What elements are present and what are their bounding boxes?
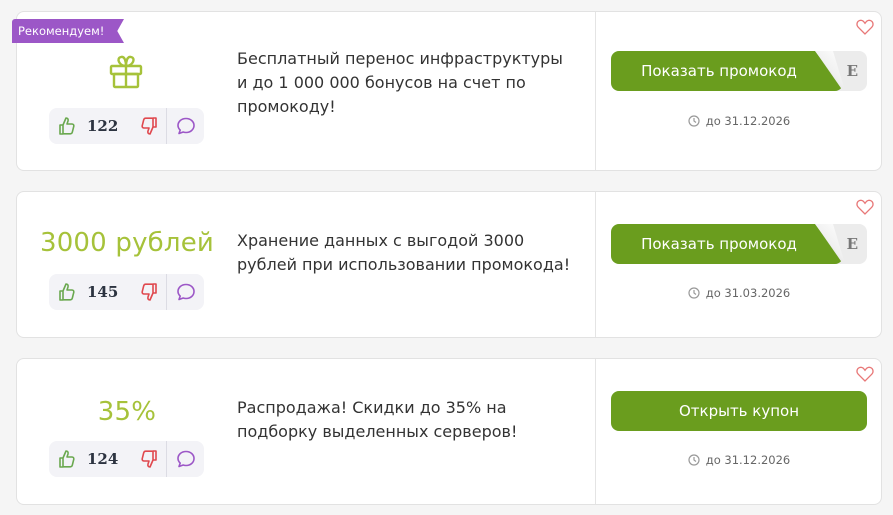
vote-separator xyxy=(166,108,167,144)
gift-icon xyxy=(109,55,143,89)
promo-button-wrap: E Показать промокод xyxy=(611,51,867,91)
vote-separator xyxy=(166,274,167,310)
thumbs-down-icon[interactable] xyxy=(139,449,159,469)
clock-icon xyxy=(688,454,700,466)
offer-description: Хранение данных с выгодой 3000 рублей пр… xyxy=(237,231,571,274)
offer-description: Распродажа! Скидки до 35% на подборку вы… xyxy=(237,398,518,441)
offer-card: 3000 рублей 145 Хранение данных с выгодо… xyxy=(16,191,882,338)
offer-value: 3000 рублей xyxy=(39,228,215,258)
heart-icon[interactable] xyxy=(856,366,874,382)
expiry-text: до 31.12.2026 xyxy=(705,453,791,467)
expiry-text: до 31.03.2026 xyxy=(705,286,791,300)
offer-value: 35% xyxy=(97,397,157,427)
recommended-ribbon: Рекомендуем! xyxy=(12,19,124,43)
expiry-date: до 31.03.2026 xyxy=(611,286,867,300)
thumbs-up-icon[interactable] xyxy=(57,449,77,469)
divider xyxy=(595,192,596,337)
open-coupon-button[interactable]: Открыть купон xyxy=(611,391,867,431)
heart-icon[interactable] xyxy=(856,199,874,215)
thumbs-down-icon[interactable] xyxy=(139,282,159,302)
promo-button-wrap: E Показать промокод xyxy=(611,224,867,264)
divider xyxy=(595,359,596,504)
thumbs-down-icon[interactable] xyxy=(139,116,159,136)
vote-panel: 145 xyxy=(49,274,204,310)
thumbs-up-icon[interactable] xyxy=(57,282,77,302)
divider xyxy=(595,12,596,170)
show-promocode-button[interactable]: Показать промокод xyxy=(611,224,843,264)
comment-icon[interactable] xyxy=(176,449,196,469)
offer-description: Бесплатный перенос инфраструктуры и до 1… xyxy=(237,49,563,116)
thumbs-up-icon[interactable] xyxy=(57,116,77,136)
vote-panel: 124 xyxy=(49,441,204,477)
comment-icon[interactable] xyxy=(176,282,196,302)
heart-icon[interactable] xyxy=(856,19,874,35)
clock-icon xyxy=(688,287,700,299)
vote-count: 124 xyxy=(87,450,119,468)
vote-panel: 122 xyxy=(49,108,204,144)
expiry-text: до 31.12.2026 xyxy=(705,114,791,128)
vote-count: 122 xyxy=(87,117,119,135)
expiry-date: до 31.12.2026 xyxy=(611,453,867,467)
comment-icon[interactable] xyxy=(176,116,196,136)
expiry-date: до 31.12.2026 xyxy=(611,114,867,128)
offer-card: Рекомендуем! 122 Бесплатный перенос инфр… xyxy=(12,11,882,171)
vote-separator xyxy=(166,441,167,477)
show-promocode-button[interactable]: Показать промокод xyxy=(611,51,843,91)
vote-count: 145 xyxy=(87,283,119,301)
offer-card: 35% 124 Распродажа! Скидки до 35% на под… xyxy=(16,358,882,505)
coupon-button-wrap: Открыть купон xyxy=(611,391,867,431)
clock-icon xyxy=(688,115,700,127)
